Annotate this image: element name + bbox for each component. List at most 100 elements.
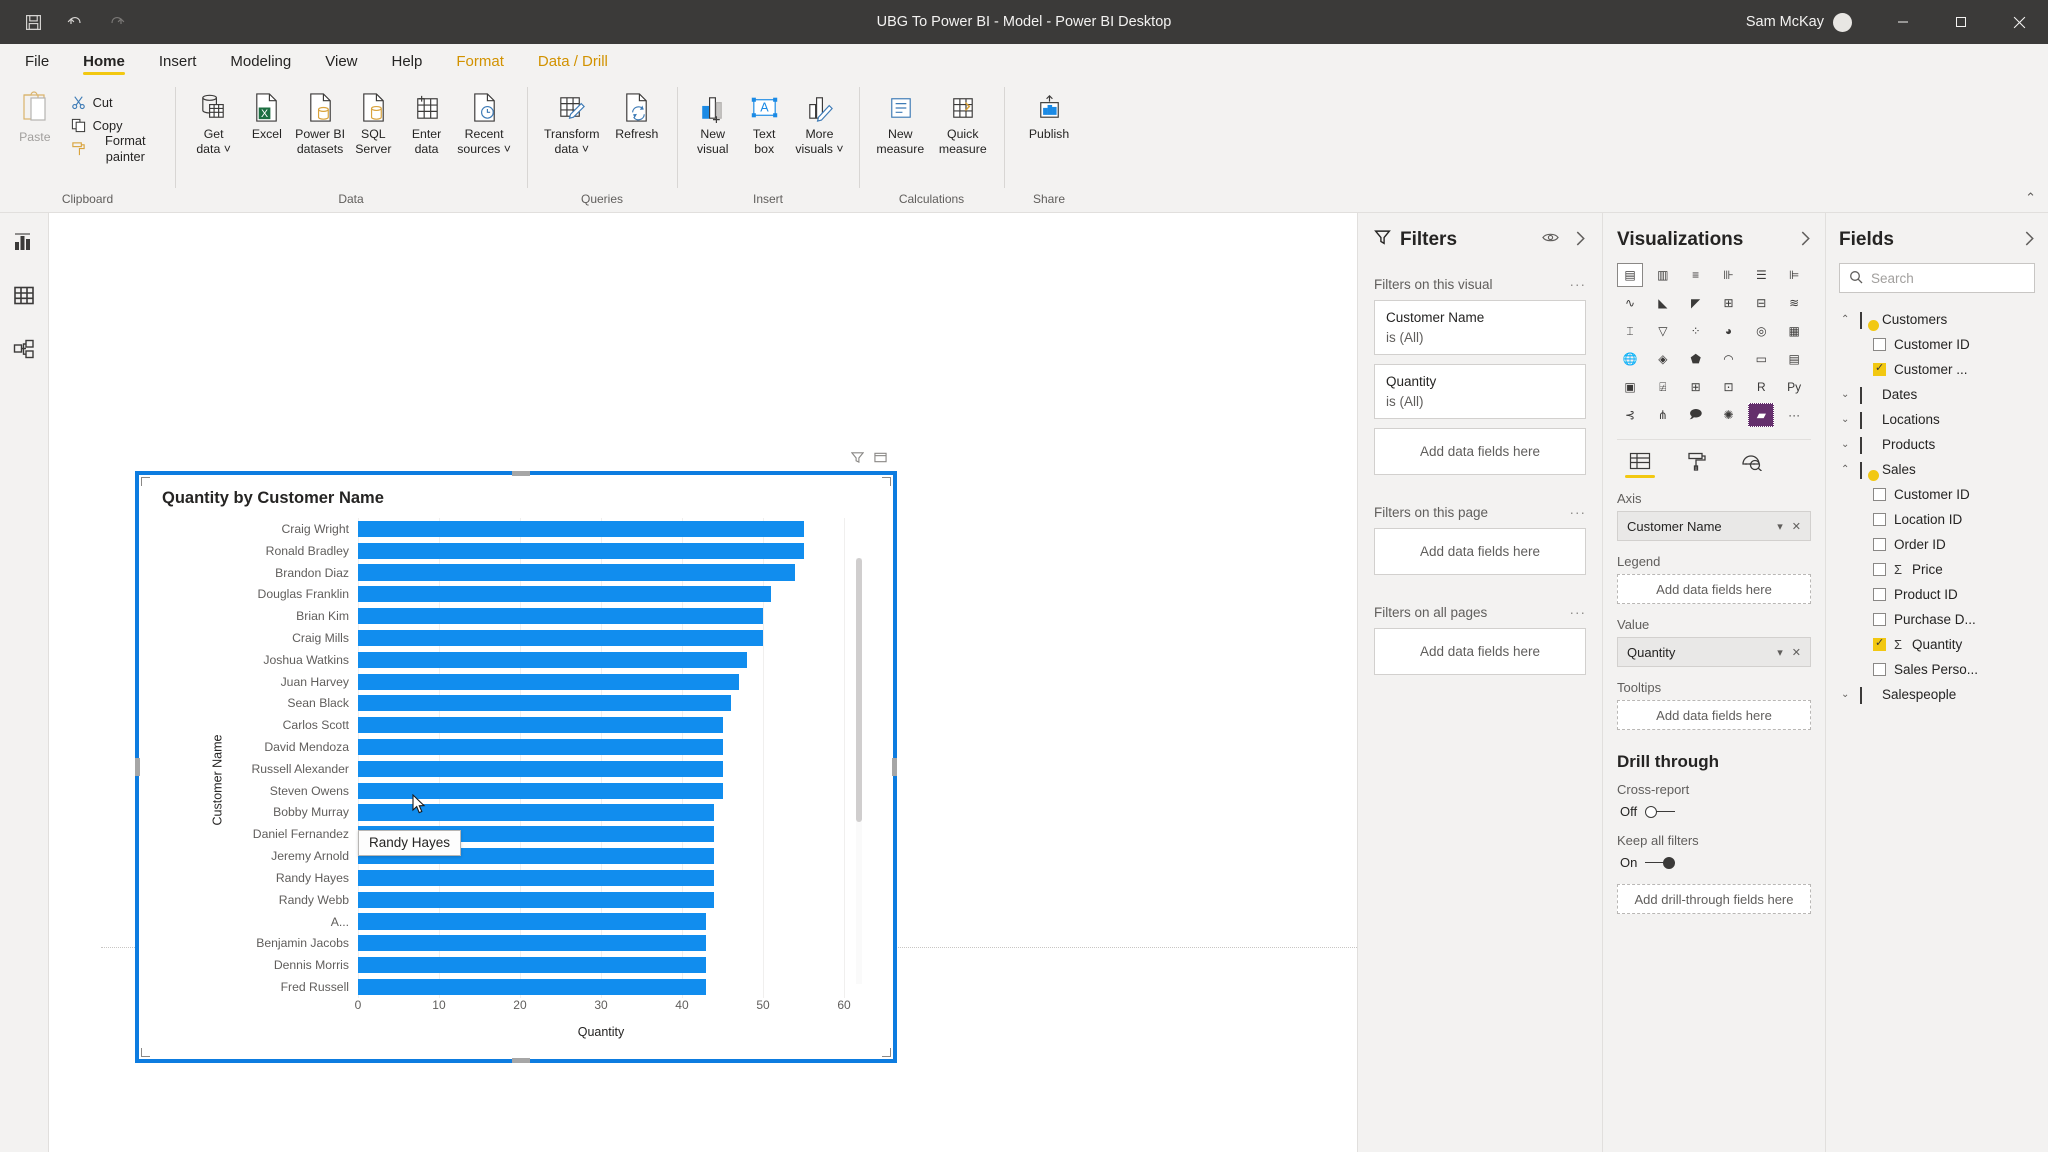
filter-dropzone-page[interactable]: Add data fields here [1374, 528, 1586, 575]
bar[interactable] [358, 717, 723, 734]
bar[interactable] [358, 629, 763, 647]
collapse-filters-chevron-right-icon[interactable] [1575, 231, 1586, 249]
tab-file[interactable]: File [8, 49, 66, 77]
slicer-icon[interactable]: ⍯ [1650, 375, 1676, 399]
fields-table-customers[interactable]: ⌃ Customers [1839, 307, 2035, 332]
field-checkbox[interactable] [1873, 563, 1886, 576]
collapse-visualizations-chevron-right-icon[interactable] [1800, 231, 1811, 249]
tab-modeling[interactable]: Modeling [213, 49, 308, 77]
fields-table-products[interactable]: ⌄ Products [1839, 432, 2035, 457]
tab-help[interactable]: Help [375, 49, 440, 77]
field-checkbox[interactable] [1873, 361, 1886, 376]
kpi-icon[interactable]: ▣ [1617, 375, 1643, 399]
bar-row[interactable] [358, 540, 844, 562]
field-row[interactable]: Σ Price [1839, 557, 2035, 582]
tab-format[interactable]: Format [439, 49, 521, 77]
fields-table-locations[interactable]: ⌄ Locations [1839, 407, 2035, 432]
bar-row[interactable] [358, 671, 844, 693]
field-checkbox[interactable] [1873, 613, 1886, 626]
transform-data-button[interactable]: Transform data ˅ [539, 85, 605, 158]
field-row[interactable]: Location ID [1839, 507, 2035, 532]
bar[interactable] [358, 935, 707, 952]
well-axis[interactable]: Customer Name ▾ ✕ [1617, 511, 1811, 541]
filter-dropzone-visual[interactable]: Add data fields here [1374, 428, 1586, 475]
r-script-visual-icon[interactable]: R [1748, 375, 1774, 399]
search-input[interactable]: Search [1871, 271, 1914, 286]
fields-tree[interactable]: ⌃CustomersCustomer IDCustomer ...⌄Dates⌄… [1839, 307, 2035, 707]
map-icon[interactable]: 🌐 [1617, 347, 1643, 371]
bar[interactable] [358, 542, 804, 559]
field-row[interactable]: Order ID [1839, 532, 2035, 557]
100-stacked-bar-chart-icon[interactable]: ☰ [1748, 263, 1774, 287]
field-checkbox[interactable] [1873, 338, 1886, 351]
bar-row[interactable] [358, 889, 844, 911]
line-chart-icon[interactable]: ∿ [1617, 291, 1643, 315]
field-row[interactable]: Customer ... [1839, 357, 2035, 382]
field-row[interactable]: Σ Quantity [1839, 632, 2035, 657]
field-checkbox[interactable] [1873, 663, 1886, 676]
resize-corner-ne[interactable] [882, 477, 891, 486]
bar-row[interactable] [358, 583, 844, 605]
quick-measure-button[interactable]: Quick measure [934, 85, 993, 158]
recent-sources-button[interactable]: Recent sources ˅ [453, 85, 515, 158]
chevron-up-icon[interactable]: ⌃ [1841, 464, 1853, 475]
bar[interactable] [358, 957, 707, 974]
field-row[interactable]: Product ID [1839, 582, 2035, 607]
bar[interactable] [358, 760, 723, 777]
section-menu-icon[interactable]: ··· [1570, 605, 1587, 620]
tab-insert[interactable]: Insert [142, 49, 214, 77]
new-measure-button[interactable]: New measure [871, 85, 930, 158]
bar-row[interactable] [358, 714, 844, 736]
eye-icon[interactable] [1542, 231, 1559, 249]
bar[interactable] [358, 978, 707, 996]
filter-dropzone-all-pages[interactable]: Add data fields here [1374, 628, 1586, 675]
powerbi-datasets-button[interactable]: Power BI datasets [293, 85, 346, 158]
shape-map-icon[interactable]: ⬟ [1683, 347, 1709, 371]
keep-all-filters-toggle-row[interactable]: On [1620, 855, 1811, 870]
bars-container[interactable] [358, 518, 845, 998]
waterfall-chart-icon[interactable]: ⌶ [1617, 319, 1643, 343]
decomposition-tree-icon[interactable]: ⋔ [1650, 403, 1676, 427]
maximize-button[interactable] [1932, 0, 1990, 44]
resize-corner-nw[interactable] [141, 477, 150, 486]
bar[interactable] [358, 673, 739, 690]
bar-chart-visual[interactable]: Quantity by Customer Name Customer Name … [135, 452, 897, 1063]
drill-through-dropzone[interactable]: Add drill-through fields here [1617, 884, 1811, 914]
donut-chart-icon[interactable]: ◎ [1748, 319, 1774, 343]
field-checkbox[interactable] [1873, 636, 1886, 651]
bar-row[interactable] [358, 867, 844, 889]
field-checkbox[interactable] [1873, 538, 1886, 551]
bar[interactable] [358, 913, 707, 930]
field-checkbox[interactable] [1873, 488, 1886, 501]
card-icon[interactable]: ▭ [1748, 347, 1774, 371]
report-canvas[interactable]: Quantity by Customer Name Customer Name … [49, 213, 1358, 1152]
chevron-down-icon[interactable]: ⌄ [1841, 414, 1853, 425]
more-options-icon[interactable]: ··· [1781, 403, 1807, 427]
remove-field-icon[interactable]: ✕ [1792, 520, 1801, 533]
well-tooltips[interactable]: Add data fields here [1617, 700, 1811, 730]
scrollbar-thumb[interactable] [856, 558, 862, 823]
multi-row-card-icon[interactable]: ▤ [1781, 347, 1807, 371]
filled-map-icon[interactable]: ◈ [1650, 347, 1676, 371]
filter-icon[interactable] [850, 451, 865, 469]
gauge-icon[interactable]: ◠ [1716, 347, 1742, 371]
resize-corner-sw[interactable] [141, 1048, 150, 1057]
text-box-button[interactable]: A Text box [740, 85, 787, 158]
filter-card-customer-name[interactable]: Customer Name is (All) [1374, 300, 1586, 355]
field-row[interactable]: Sales Perso... [1839, 657, 2035, 682]
bar-row[interactable] [358, 518, 844, 540]
field-row[interactable]: Customer ID [1839, 482, 2035, 507]
field-row[interactable]: Customer ID [1839, 332, 2035, 357]
bar-row[interactable] [358, 562, 844, 584]
bar-row[interactable] [358, 976, 844, 998]
focus-mode-icon[interactable] [874, 451, 887, 469]
qa-visual-icon[interactable]: 🗩 [1683, 403, 1709, 427]
format-painter-button[interactable]: Format painter [66, 133, 163, 164]
scatter-chart-icon[interactable]: ⁘ [1683, 319, 1709, 343]
100-stacked-column-chart-icon[interactable]: ⊫ [1781, 263, 1807, 287]
more-visuals-button[interactable]: More visuals ˅ [792, 85, 847, 158]
bar-row[interactable] [358, 911, 844, 933]
section-menu-icon[interactable]: ··· [1570, 505, 1587, 520]
paste-button[interactable]: Paste [12, 85, 58, 144]
bar-row[interactable] [358, 954, 844, 976]
